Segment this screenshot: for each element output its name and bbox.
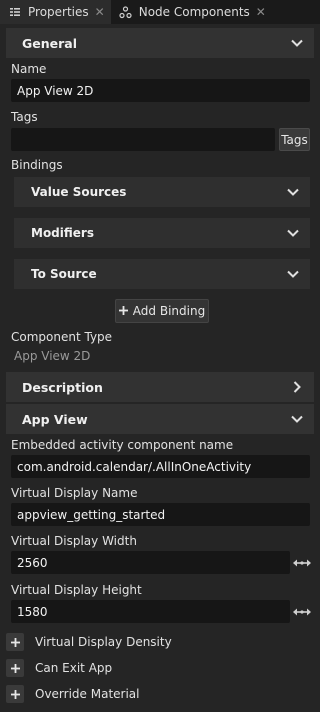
add-binding-button[interactable]: Add Binding	[115, 299, 209, 323]
drag-arrows-icon[interactable]	[293, 606, 311, 618]
node-components-icon	[119, 5, 133, 19]
drag-arrows-icon[interactable]	[293, 557, 311, 569]
name-field[interactable]: App View 2D	[11, 79, 310, 102]
chevron-down-icon	[286, 185, 300, 199]
tab-properties-label: Properties	[28, 5, 89, 19]
close-icon[interactable]: ✕	[95, 5, 105, 19]
close-icon[interactable]: ✕	[256, 5, 266, 19]
tab-properties[interactable]: Properties ✕	[0, 0, 111, 24]
tags-field[interactable]	[11, 128, 275, 151]
tab-bar: Properties ✕ Node Components ✕	[0, 0, 320, 24]
chevron-down-icon	[286, 267, 300, 281]
can-exit-app-row[interactable]: Can Exit App	[6, 657, 112, 679]
display-width-label: Virtual Display Width	[11, 534, 137, 548]
description-section-header[interactable]: Description	[6, 372, 314, 402]
description-section-title: Description	[22, 379, 103, 395]
add-binding-label: Add Binding	[132, 304, 206, 318]
tags-label: Tags	[11, 110, 38, 124]
plus-icon[interactable]	[6, 685, 24, 703]
virtual-display-density-label: Virtual Display Density	[35, 635, 172, 649]
properties-icon	[8, 5, 22, 19]
display-name-field[interactable]: appview_getting_started	[11, 503, 310, 526]
bindings-label: Bindings	[11, 158, 63, 172]
general-section-header[interactable]: General	[6, 28, 314, 58]
display-height-field[interactable]: 1580	[11, 600, 290, 623]
to-source-header[interactable]: To Source	[14, 259, 310, 289]
activity-field[interactable]: com.android.calendar/.AllInOneActivity	[11, 455, 310, 478]
chevron-down-icon	[286, 226, 300, 240]
to-source-title: To Source	[31, 267, 97, 281]
modifiers-header[interactable]: Modifiers	[14, 218, 310, 248]
can-exit-app-label: Can Exit App	[35, 661, 113, 675]
display-width-field[interactable]: 2560	[11, 551, 290, 574]
name-label: Name	[11, 62, 47, 76]
general-section-title: General	[22, 35, 77, 51]
app-view-section-title: App View	[22, 411, 88, 427]
value-sources-title: Value Sources	[31, 185, 127, 199]
plus-icon	[118, 304, 128, 318]
plus-icon[interactable]	[6, 659, 24, 677]
component-type-label: Component Type	[11, 330, 113, 344]
activity-label: Embedded activity component name	[11, 438, 234, 452]
virtual-display-density-row[interactable]: Virtual Display Density	[6, 631, 172, 653]
tab-node-components[interactable]: Node Components ✕	[111, 0, 272, 24]
tags-button[interactable]: Tags	[279, 128, 310, 151]
override-material-row[interactable]: Override Material	[6, 683, 139, 705]
override-material-label: Override Material	[35, 687, 140, 701]
tab-node-components-label: Node Components	[138, 5, 250, 19]
display-height-label: Virtual Display Height	[11, 583, 142, 597]
chevron-down-icon	[290, 412, 304, 426]
value-sources-header[interactable]: Value Sources	[14, 177, 310, 207]
app-view-section-header[interactable]: App View	[6, 404, 314, 434]
display-name-label: Virtual Display Name	[11, 486, 138, 500]
chevron-down-icon	[290, 36, 304, 50]
plus-icon[interactable]	[6, 633, 24, 651]
component-type-value: App View 2D	[14, 349, 91, 363]
modifiers-title: Modifiers	[31, 226, 94, 240]
chevron-right-icon	[290, 380, 304, 394]
